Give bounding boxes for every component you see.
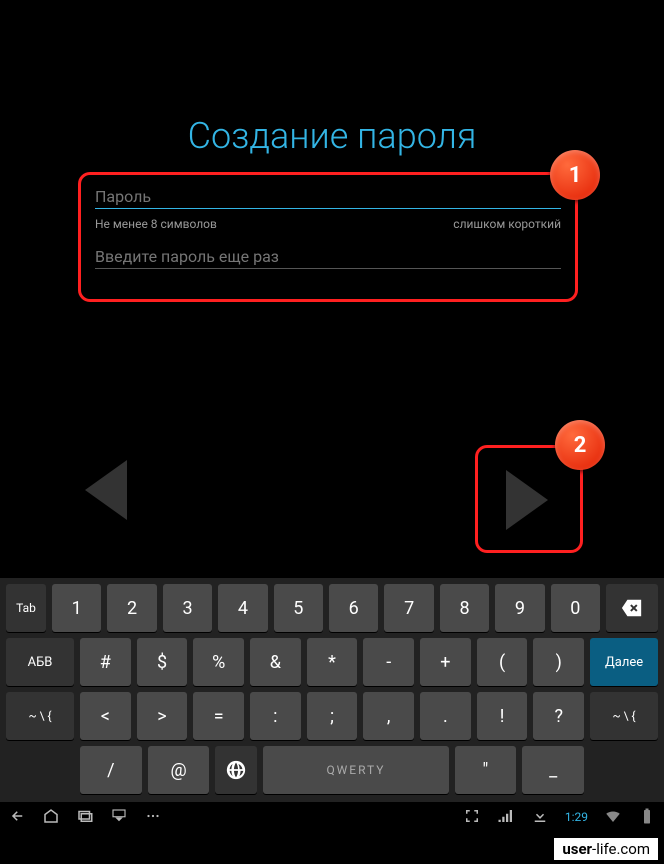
key-6[interactable]: 6: [329, 584, 378, 632]
password-confirm-input[interactable]: [95, 245, 561, 269]
key-quote[interactable]: ": [455, 746, 517, 794]
sys-recent-icon[interactable]: [76, 807, 94, 828]
key-question[interactable]: ?: [533, 692, 584, 740]
key-lt[interactable]: <: [80, 692, 131, 740]
key-semicolon[interactable]: ;: [307, 692, 358, 740]
key-hash[interactable]: #: [80, 638, 131, 686]
annotation-badge-1: 1: [550, 150, 600, 200]
onscreen-keyboard: Tab 1 2 3 4 5 6 7 8 9 0 АБВ # $ % & * - …: [0, 578, 664, 802]
system-nav-bar: 1:29: [0, 802, 664, 832]
globe-icon: [225, 759, 247, 781]
key-gt[interactable]: >: [137, 692, 188, 740]
annotation-badge-2: 2: [555, 420, 605, 470]
sys-clock: 1:29: [565, 810, 588, 824]
sys-battery-icon: [638, 807, 656, 828]
key-at[interactable]: @: [148, 746, 210, 794]
key-bang[interactable]: !: [477, 692, 528, 740]
sys-home-icon[interactable]: [42, 807, 60, 828]
key-8[interactable]: 8: [440, 584, 489, 632]
key-3[interactable]: 3: [163, 584, 212, 632]
key-symbols-left[interactable]: ~ \ {: [6, 692, 74, 740]
sys-signal-icon: [497, 807, 515, 828]
key-underscore[interactable]: _: [522, 746, 584, 794]
key-lang-switch[interactable]: АБВ: [6, 638, 74, 686]
sys-wifi-icon: [604, 807, 622, 828]
key-1[interactable]: 1: [52, 584, 101, 632]
key-amp[interactable]: &: [250, 638, 301, 686]
sys-menu-icon[interactable]: [144, 807, 162, 828]
key-comma[interactable]: ,: [363, 692, 414, 740]
key-5[interactable]: 5: [274, 584, 323, 632]
nav-back-button[interactable]: [85, 460, 127, 520]
page-title: Создание пароля: [0, 115, 664, 157]
key-globe[interactable]: [215, 746, 257, 794]
sys-download-icon: [531, 807, 549, 828]
key-rparen[interactable]: ): [533, 638, 584, 686]
key-dollar[interactable]: $: [137, 638, 188, 686]
sys-back-icon[interactable]: [8, 807, 26, 828]
watermark: user-life.com: [554, 838, 658, 860]
key-7[interactable]: 7: [384, 584, 433, 632]
key-eq[interactable]: =: [193, 692, 244, 740]
key-backspace[interactable]: [606, 584, 658, 632]
key-symbols-right[interactable]: ~ \ {: [590, 692, 658, 740]
password-form-highlight: Не менее 8 символов слишком короткий: [78, 172, 578, 302]
key-space[interactable]: QWERTY: [263, 746, 448, 794]
key-star[interactable]: *: [307, 638, 358, 686]
backspace-icon: [621, 597, 643, 619]
key-4[interactable]: 4: [218, 584, 267, 632]
sys-hide-kbd-icon[interactable]: [110, 807, 128, 828]
password-input[interactable]: [95, 185, 561, 209]
key-period[interactable]: .: [420, 692, 471, 740]
key-9[interactable]: 9: [495, 584, 544, 632]
key-plus[interactable]: +: [420, 638, 471, 686]
key-percent[interactable]: %: [193, 638, 244, 686]
nav-forward-button[interactable]: [506, 470, 548, 530]
key-next[interactable]: Далее: [590, 638, 658, 686]
password-hint-min: Не менее 8 символов: [95, 217, 217, 231]
key-tab[interactable]: Tab: [6, 584, 46, 632]
key-slash[interactable]: /: [80, 746, 142, 794]
sys-expand-icon[interactable]: [463, 807, 481, 828]
key-lparen[interactable]: (: [477, 638, 528, 686]
key-0[interactable]: 0: [551, 584, 600, 632]
key-minus[interactable]: -: [363, 638, 414, 686]
key-2[interactable]: 2: [107, 584, 156, 632]
password-hint-error: слишком короткий: [453, 217, 561, 231]
key-colon[interactable]: :: [250, 692, 301, 740]
